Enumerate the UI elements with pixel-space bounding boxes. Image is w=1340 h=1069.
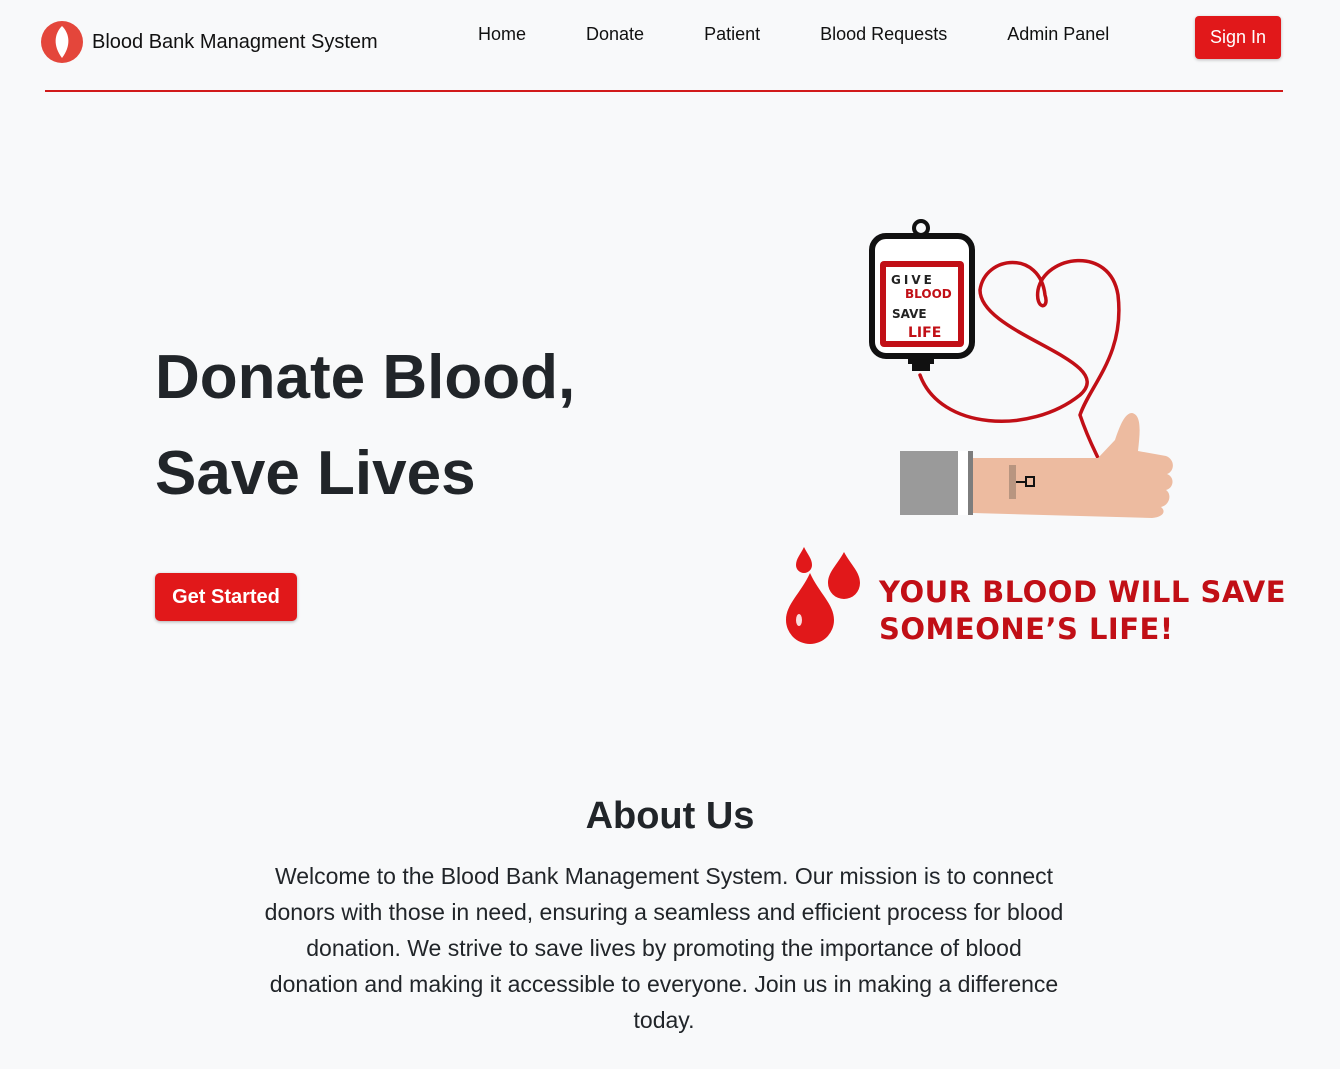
hero-title: Donate Blood, Save Lives <box>155 330 575 522</box>
nav-blood-requests[interactable]: Blood Requests <box>820 24 947 45</box>
tagline-line-1: YOUR BLOOD WILL SAVE <box>879 575 1287 609</box>
nav-admin-panel[interactable]: Admin Panel <box>1007 24 1109 45</box>
sign-in-button[interactable]: Sign In <box>1195 16 1281 59</box>
bag-text-blood: BLOOD <box>905 287 952 301</box>
nav-home[interactable]: Home <box>478 24 526 45</box>
get-started-button[interactable]: Get Started <box>155 573 297 621</box>
tagline: YOUR BLOOD WILL SAVE SOMEONE’S LIFE! <box>879 574 1286 648</box>
header: Blood Bank Managment System Home Donate … <box>41 0 1283 92</box>
brand[interactable]: Blood Bank Managment System <box>40 20 378 64</box>
brand-name: Blood Bank Managment System <box>92 30 378 53</box>
hero-title-line-1: Donate Blood, <box>155 343 576 412</box>
about-title: About Us <box>585 795 755 837</box>
blood-drops-icon <box>786 547 860 644</box>
hero-title-line-2: Save Lives <box>155 439 476 508</box>
blood-drop-logo-icon <box>41 21 83 63</box>
nav-donate[interactable]: Donate <box>586 24 644 45</box>
main-nav: Home Donate Patient Blood Requests Admin… <box>478 24 1109 45</box>
bag-text-life: LIFE <box>908 325 941 341</box>
bag-text-give: GIVE <box>891 273 935 287</box>
nav-patient[interactable]: Patient <box>704 24 760 45</box>
about-text: Welcome to the Blood Bank Management Sys… <box>264 863 1064 1033</box>
tagline-line-2: SOMEONE’S LIFE! <box>879 612 1174 646</box>
bag-text-save: SAVE <box>892 307 927 321</box>
